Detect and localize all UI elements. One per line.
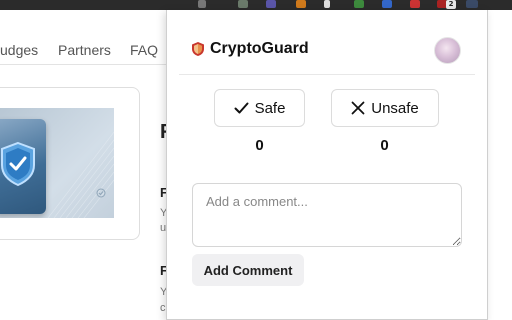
- extension-icon[interactable]: [382, 0, 392, 8]
- nav-link-faq[interactable]: FAQ: [130, 42, 158, 58]
- comment-input[interactable]: [192, 183, 462, 247]
- popup-title: CryptoGuard: [210, 40, 309, 57]
- nav-link-judges[interactable]: udges: [0, 42, 38, 58]
- paragraph-fragment: c: [160, 302, 166, 314]
- safe-button[interactable]: Safe: [214, 89, 305, 127]
- shield-logo-icon: [192, 42, 204, 56]
- extension-icon[interactable]: [410, 0, 420, 8]
- unsafe-button[interactable]: Unsafe: [331, 89, 439, 127]
- extension-icon[interactable]: [238, 0, 248, 8]
- extension-icon[interactable]: [324, 0, 330, 8]
- unsafe-count: 0: [380, 137, 389, 154]
- safe-button-label: Safe: [254, 99, 286, 117]
- close-icon: [351, 101, 365, 115]
- extension-icon[interactable]: [296, 0, 306, 8]
- extension-icon[interactable]: [266, 0, 276, 8]
- cryptoguard-popup: CryptoGuard Safe Unsafe 0 0 Add Comment: [166, 10, 488, 320]
- bookmark-star-icon[interactable]: [198, 0, 206, 8]
- user-avatar[interactable]: [434, 37, 461, 64]
- header-divider: [179, 74, 475, 75]
- shield-check-icon: [1, 141, 35, 187]
- extension-icon[interactable]: [354, 0, 364, 8]
- check-icon: [234, 102, 249, 114]
- browser-toolbar: 2: [0, 0, 512, 10]
- popup-header: CryptoGuard: [191, 40, 309, 58]
- check-circle-icon: [96, 188, 106, 198]
- extension-badge: 2: [446, 0, 456, 9]
- nav-link-partners[interactable]: Partners: [58, 42, 111, 58]
- safe-count: 0: [255, 137, 264, 154]
- security-card-image: [0, 108, 114, 218]
- phone-illustration: [0, 119, 46, 214]
- add-comment-button[interactable]: Add Comment: [192, 254, 304, 286]
- puzzle-icon[interactable]: [466, 0, 478, 8]
- unsafe-button-label: Unsafe: [371, 99, 419, 117]
